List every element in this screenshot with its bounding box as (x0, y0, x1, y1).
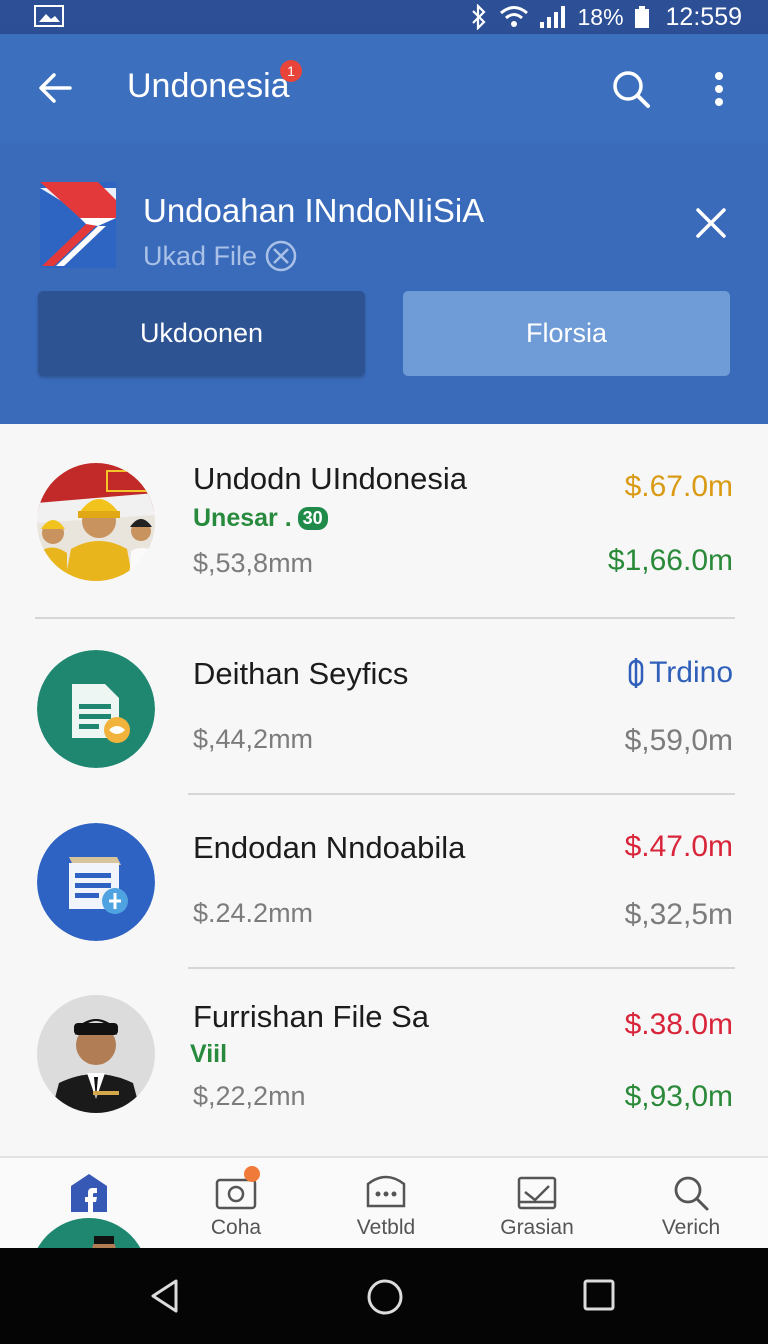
back-triangle-icon[interactable] (148, 1278, 182, 1314)
nav-icon-wrap (214, 1166, 260, 1214)
notification-badge: 1 (280, 60, 302, 82)
item-name: Undodn UIndonesia (193, 461, 468, 496)
battery-percent: 18% (577, 3, 624, 30)
banner-title: Undoahan INndoNIiSiA (143, 192, 485, 229)
item-subvalue: $.24.2mm (193, 898, 314, 928)
status-bar: 18% 12:559 (0, 0, 768, 34)
secondary-action-button[interactable]: Florsia (403, 291, 730, 376)
active-tab-indicator (37, 1218, 141, 1248)
chat-icon (366, 1175, 406, 1208)
item-price-top: $.38.0m (624, 1008, 733, 1041)
facebook-icon (71, 1174, 107, 1212)
primary-action-button[interactable]: Ukdoonen (38, 291, 365, 376)
search-icon (674, 1176, 709, 1211)
cancel-circle-icon[interactable] (265, 240, 297, 272)
item-name: Endodan Nndoabila (193, 830, 466, 865)
gallery-icon (34, 5, 64, 27)
nav-item-coha[interactable]: Coha (176, 1166, 296, 1240)
search-icon[interactable] (610, 68, 652, 110)
tag-count-badge: 30 (297, 507, 328, 530)
item-name: Furrishan File Sa (193, 999, 430, 1034)
nav-label: Vetbld (356, 1216, 416, 1239)
item-price-top: $.67.0m (624, 470, 733, 503)
item-tag: Unesar . 30 (193, 504, 328, 533)
trend-icon (628, 658, 644, 688)
recents-square-icon[interactable] (582, 1278, 616, 1312)
wifi-icon (500, 6, 529, 27)
item-price-bottom: $,59,0m (624, 724, 733, 757)
list-item[interactable]: Deithan Seyfics $,44,2mm Trdino $,59,0m (0, 619, 768, 794)
item-subvalue: $,44,2mm (193, 724, 314, 754)
item-subvalue: $,53,8mm (193, 548, 314, 578)
nav-item-home[interactable] (29, 1172, 149, 1248)
list-item[interactable]: Furrishan File Sa Viil $,22,2mn $.38.0m … (0, 969, 768, 1156)
nav-icon-wrap (364, 1172, 408, 1214)
promo-banner: Undoahan INndoNIiSiA Ukad File Ukdoonen … (0, 144, 768, 424)
nav-item-grasian[interactable]: Grasian (477, 1172, 597, 1240)
banner-subtitle: Ukad File (143, 240, 297, 272)
nav-label: Verich (661, 1216, 721, 1239)
nav-badge (244, 1166, 260, 1182)
nav-item-verich[interactable]: Verich (631, 1172, 751, 1240)
avatar (37, 995, 155, 1113)
bluetooth-icon (472, 4, 487, 30)
item-tag-text: Unesar . (193, 504, 292, 532)
bottom-navigation: Coha Vetbld Grasian Verich (0, 1156, 768, 1248)
signal-icon (540, 6, 566, 28)
close-icon[interactable] (694, 206, 728, 240)
inbox-icon (517, 1176, 557, 1210)
item-price-bottom: $1,66.0m (607, 544, 733, 577)
item-name: Deithan Seyfics (193, 656, 409, 691)
listing-list: Undodn UIndonesia Unesar . 30 $,53,8mm $… (0, 424, 768, 1156)
item-tag: Viil (190, 1040, 227, 1069)
nav-icon-wrap (515, 1172, 559, 1214)
app-logo (40, 182, 116, 268)
item-tag-text: Viil (190, 1040, 228, 1068)
avatar (37, 463, 155, 581)
document-app-icon (37, 650, 155, 768)
app-title: Undonesia (127, 67, 290, 105)
back-arrow-icon[interactable] (36, 68, 76, 108)
nav-item-vetbld[interactable]: Vetbld (326, 1172, 446, 1240)
item-status: Trdino (627, 656, 733, 690)
nav-label: Coha (210, 1216, 262, 1239)
banner-subtitle-text: Ukad File (143, 240, 258, 271)
item-subvalue: $,22,2mn (193, 1081, 306, 1111)
nav-label: Grasian (500, 1216, 574, 1239)
system-navigation-bar (0, 1248, 768, 1344)
home-circle-icon[interactable] (366, 1278, 404, 1316)
item-price-top: $.47.0m (624, 830, 733, 863)
ledger-app-icon (37, 823, 155, 941)
list-item[interactable]: Endodan Nndoabila $.24.2mm $.47.0m $,32,… (0, 794, 768, 969)
item-price-bottom: $,93,0m (624, 1080, 733, 1113)
battery-icon (634, 6, 649, 28)
item-status-text: Trdino (649, 656, 733, 689)
more-vert-icon[interactable] (702, 68, 736, 110)
clock: 12:559 (665, 2, 742, 31)
item-price-bottom: $,32,5m (624, 898, 733, 931)
nav-icon-wrap (669, 1172, 713, 1214)
app-bar: Undonesia 1 (0, 34, 768, 144)
list-item[interactable]: Undodn UIndonesia Unesar . 30 $,53,8mm $… (0, 424, 768, 619)
